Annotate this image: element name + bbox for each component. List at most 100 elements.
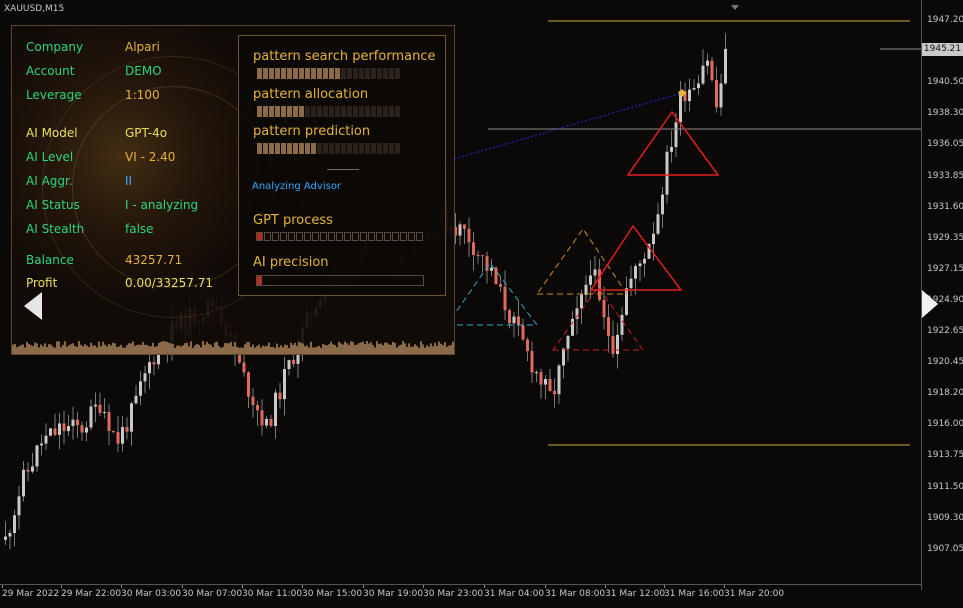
price-tick-label: 1907.05 (927, 543, 963, 554)
candle-body (238, 353, 241, 363)
candle-body (629, 278, 633, 289)
info-row-key: AI Model (26, 126, 78, 140)
price-tick-label: 1920.45 (927, 357, 963, 368)
trading-terminal: XAUUSD,M15 1947.201942.751940.501938.301… (0, 0, 963, 607)
time-tick-label: 30 Mar 15:00 (302, 589, 363, 599)
candle-body (634, 266, 637, 279)
candle-body (40, 443, 43, 446)
arrow-left-icon[interactable] (22, 290, 44, 322)
candle-body (287, 360, 291, 370)
candle-body (499, 284, 502, 287)
candle-body (242, 362, 246, 373)
candle-body (584, 284, 588, 295)
candle-body (665, 151, 669, 195)
candle-body (643, 258, 646, 264)
price-tick-label: 1938.30 (927, 108, 963, 119)
candle-body (121, 427, 124, 444)
candle-body (530, 351, 534, 373)
scroll-marker-icon (731, 5, 739, 10)
candle-body (26, 469, 30, 472)
pattern-search-title: pattern search performance (253, 49, 436, 64)
info-row-value: false (125, 222, 154, 236)
ai-precision-title: AI precision (253, 255, 329, 270)
candle-body (481, 255, 484, 257)
candle-body (44, 435, 48, 444)
candle-body (17, 496, 21, 516)
candle-body (274, 392, 277, 426)
info-row-value: DEMO (125, 64, 162, 78)
candle-body (517, 316, 520, 326)
price-tick-label: 1916.00 (927, 419, 963, 430)
candle-body (692, 88, 696, 90)
pattern-prediction-title: pattern prediction (253, 124, 371, 139)
symbol-label: XAUUSD,M15 (4, 4, 65, 14)
candle-body (566, 335, 570, 349)
candle-body (602, 299, 606, 318)
arrow-right-icon[interactable] (920, 288, 940, 320)
ai-info-panel: Company Alpari Account DEMO Leverage 1:100 AI … (11, 25, 455, 355)
candle-body (719, 83, 723, 108)
candle-body (593, 269, 597, 276)
candle-body (548, 379, 552, 391)
gpt-process-title: GPT process (253, 213, 333, 228)
candle-body (463, 224, 466, 229)
separator (327, 169, 359, 170)
candle-body (607, 317, 610, 337)
candle-body (620, 314, 624, 335)
price-tick-label: 1936.05 (927, 139, 963, 150)
pattern-allocation-title: pattern allocation (253, 87, 369, 102)
gpt-process-progress (256, 232, 423, 241)
price-tick-label: 1940.50 (927, 77, 963, 88)
candle-body (557, 365, 561, 395)
pattern-triangle (626, 110, 720, 176)
candle-body (134, 395, 138, 404)
candle-body (71, 419, 75, 426)
info-row-key: AI Status (26, 198, 80, 212)
candle-body (85, 427, 88, 433)
time-tick-label: 31 Mar 04:00 (484, 589, 545, 599)
candle-body (589, 275, 592, 285)
candle-body (562, 348, 565, 366)
candle-body (697, 83, 700, 89)
candle-body (580, 294, 583, 309)
time-tick-label: 30 Mar 03:00 (121, 589, 182, 599)
candle-body (670, 146, 673, 152)
candle-body (251, 396, 255, 406)
candle-body (724, 48, 727, 84)
price-tick-label: 1922.65 (927, 326, 963, 336)
candle-body (521, 325, 525, 340)
candle-body (278, 392, 282, 400)
candle-body (710, 60, 714, 80)
info-row-key: Profit (26, 276, 58, 290)
candle-body (476, 254, 480, 256)
info-row-key: Account (26, 64, 75, 78)
analyzing-status-text: Analyzing Advisor (252, 181, 342, 192)
pattern-prediction-progress (257, 143, 400, 154)
time-tick-label: 31 Mar 12:00 (605, 589, 666, 599)
candle-body (31, 466, 34, 472)
time-axis[interactable]: 29 Mar 2022 29 Mar 22:00 30 Mar 03:00 30 Ma… (0, 584, 921, 608)
candle-body (152, 362, 156, 365)
candle-body (260, 410, 264, 426)
time-tick-label: 31 Mar 16:00 (664, 589, 725, 599)
candle-body (143, 373, 147, 382)
candle-body (22, 469, 25, 497)
price-tick-label: 1909.30 (927, 512, 963, 523)
candle-body (598, 269, 601, 300)
time-tick-label: 30 Mar 23:00 (423, 589, 484, 599)
candle-body (544, 379, 547, 385)
candle-body (656, 214, 660, 234)
candle-body (35, 445, 39, 467)
candle-body (139, 381, 142, 396)
candle-body (53, 428, 57, 435)
candle-body (458, 224, 462, 236)
time-tick-label: 31 Mar 20:00 (724, 589, 785, 599)
candle-body (652, 233, 655, 245)
candle-body (535, 372, 538, 374)
candle-body (49, 428, 52, 436)
candle-body (130, 403, 133, 432)
info-row-value: 0.00/33257.71 (125, 276, 214, 290)
price-tick-label: 1918.20 (927, 388, 963, 399)
candle-body (76, 419, 79, 426)
ai-precision-progress (256, 275, 424, 286)
